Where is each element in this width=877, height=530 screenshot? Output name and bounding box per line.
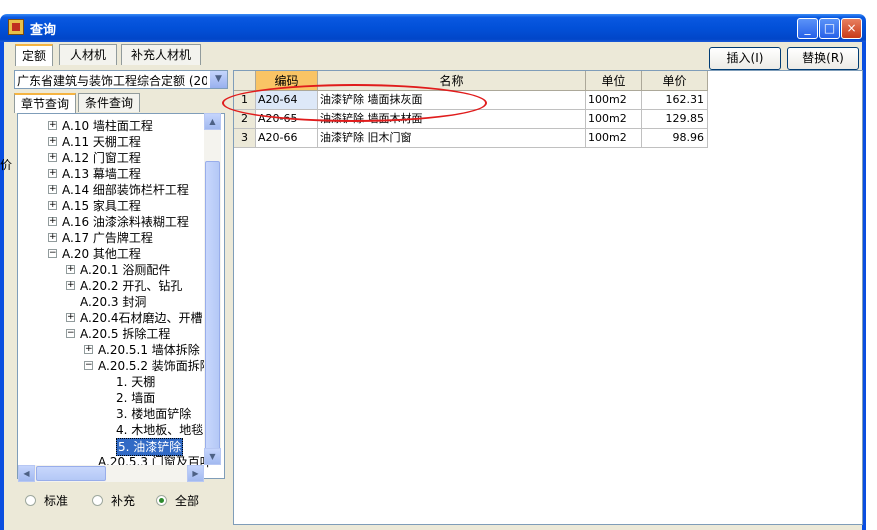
tree-node-label: A.20.3 封洞 — [80, 295, 147, 309]
radio-standard[interactable]: 标准 — [25, 492, 68, 509]
tab-labor-material-machine[interactable]: 人材机 — [59, 44, 117, 65]
expand-icon[interactable]: + — [66, 265, 75, 274]
collapse-icon[interactable]: − — [84, 361, 93, 370]
tree-node-label: A.20 其他工程 — [62, 247, 141, 261]
unit-cell[interactable]: 100m2 — [586, 110, 642, 129]
row-number-cell[interactable]: 3 — [234, 129, 256, 148]
expand-icon[interactable]: + — [84, 345, 93, 354]
scroll-left-icon[interactable]: ◀ — [18, 465, 35, 482]
tree-vertical-scrollbar[interactable]: ▲ ▼ — [204, 113, 221, 465]
tree-node-label: A.11 天棚工程 — [62, 135, 141, 149]
scroll-up-icon[interactable]: ▲ — [204, 113, 221, 130]
chapter-tree[interactable]: + A.10 墙柱面工程 + A.11 天棚工程 + A.12 门窗工程 + A.13 幕墙工… — [17, 113, 225, 479]
replace-button[interactable]: 替换(R) — [787, 47, 859, 70]
tree-node-label: A.16 油漆涂料裱糊工程 — [62, 215, 189, 229]
name-cell[interactable]: 油漆铲除 旧木门窗 — [318, 129, 586, 148]
radio-dot-icon — [92, 495, 103, 506]
scroll-thumb-horizontal[interactable] — [36, 466, 106, 481]
window-title: 查询 — [30, 23, 57, 38]
background-text-fragment: 价 — [0, 158, 13, 172]
tree-node-label: A.15 家具工程 — [62, 199, 141, 213]
expand-icon[interactable]: + — [48, 169, 57, 178]
quota-results-grid: 编码 名称 单位 单价 1 A20-64 油漆铲除 墙面抹灰面 100m2 162.31… — [233, 70, 863, 525]
minimize-button[interactable]: _ — [797, 18, 818, 39]
scroll-thumb[interactable] — [205, 161, 220, 451]
tree-node-label: A.20.2 开孔、钻孔 — [80, 279, 183, 293]
tree-node-label: 4. 木地板、地毯 — [116, 423, 204, 437]
tree-node-label: A.13 幕墙工程 — [62, 167, 141, 181]
app-icon — [8, 19, 24, 35]
price-cell[interactable]: 98.96 — [642, 129, 708, 148]
tree-node-label: A.20.4石材磨边、开槽 — [80, 311, 203, 325]
table-row[interactable]: 3 A20-66 油漆铲除 旧木门窗 100m2 98.96 — [234, 129, 708, 148]
tree-node-label: A.10 墙柱面工程 — [62, 119, 153, 133]
tree-node-label: 3. 楼地面铲除 — [116, 407, 192, 421]
insert-button[interactable]: 插入(I) — [709, 47, 781, 70]
expand-icon[interactable]: + — [48, 185, 57, 194]
radio-dot-checked-icon — [156, 495, 167, 506]
title-bar[interactable]: 查询 _ □ × — [0, 14, 866, 42]
grid-header-price[interactable]: 单价 — [642, 71, 708, 91]
annotation-circle — [222, 84, 487, 122]
code-cell[interactable]: A20-66 — [256, 129, 318, 148]
quota-library-value: 广东省建筑与装饰工程综合定额 (201 — [17, 74, 207, 88]
unit-cell[interactable]: 100m2 — [586, 91, 642, 110]
tab-quota[interactable]: 定额 — [15, 44, 53, 66]
collapse-icon[interactable]: − — [66, 329, 75, 338]
tree-node-label: 1. 天棚 — [116, 375, 156, 389]
collapse-icon[interactable]: − — [48, 249, 57, 258]
price-cell[interactable]: 162.31 — [642, 91, 708, 110]
grid-corner-header — [234, 71, 256, 91]
expand-icon[interactable]: + — [48, 201, 57, 210]
expand-icon[interactable]: + — [48, 217, 57, 226]
tree-node-label: A.12 门窗工程 — [62, 151, 141, 165]
expand-icon[interactable]: + — [48, 153, 57, 162]
tree-node-label: A.20.5.1 墙体拆除 — [98, 343, 200, 357]
quota-library-select[interactable]: 广东省建筑与装饰工程综合定额 (201 ▼ — [14, 70, 228, 89]
tab-condition-query[interactable]: 条件查询 — [78, 93, 140, 112]
radio-supplementary[interactable]: 补充 — [92, 492, 135, 509]
scroll-down-icon[interactable]: ▼ — [204, 448, 221, 465]
price-cell[interactable]: 129.85 — [642, 110, 708, 129]
expand-icon[interactable]: + — [48, 121, 57, 130]
tree-node-label: A.14 细部装饰栏杆工程 — [62, 183, 189, 197]
tree-node-label: A.20.5 拆除工程 — [80, 327, 171, 341]
tree-node-label: A.20.5.2 装饰面拆除 — [98, 359, 212, 373]
expand-icon[interactable]: + — [48, 137, 57, 146]
tree-node-label: A.20.1 浴厕配件 — [80, 263, 171, 277]
unit-cell[interactable]: 100m2 — [586, 129, 642, 148]
tab-chapter-query[interactable]: 章节查询 — [14, 93, 76, 113]
grid-header-unit[interactable]: 单位 — [586, 71, 642, 91]
close-button[interactable]: × — [841, 18, 862, 39]
query-window: 查询 _ □ × 价 定额 人材机 补充人材机 插入(I) 替换(R) 广东省建… — [0, 0, 877, 530]
tree-node-label: A.17 广告牌工程 — [62, 231, 153, 245]
chevron-down-icon[interactable]: ▼ — [210, 71, 227, 88]
radio-dot-icon — [25, 495, 36, 506]
radio-all[interactable]: 全部 — [156, 492, 199, 509]
tree-horizontal-scrollbar[interactable]: ◀ ▶ — [18, 465, 204, 482]
expand-icon[interactable]: + — [66, 281, 75, 290]
tree-node-label: 2. 墙面 — [116, 391, 156, 405]
expand-icon[interactable]: + — [48, 233, 57, 242]
scroll-right-icon[interactable]: ▶ — [187, 465, 204, 482]
tab-supplementary[interactable]: 补充人材机 — [121, 44, 201, 65]
maximize-button[interactable]: □ — [819, 18, 840, 39]
expand-icon[interactable]: + — [66, 313, 75, 322]
